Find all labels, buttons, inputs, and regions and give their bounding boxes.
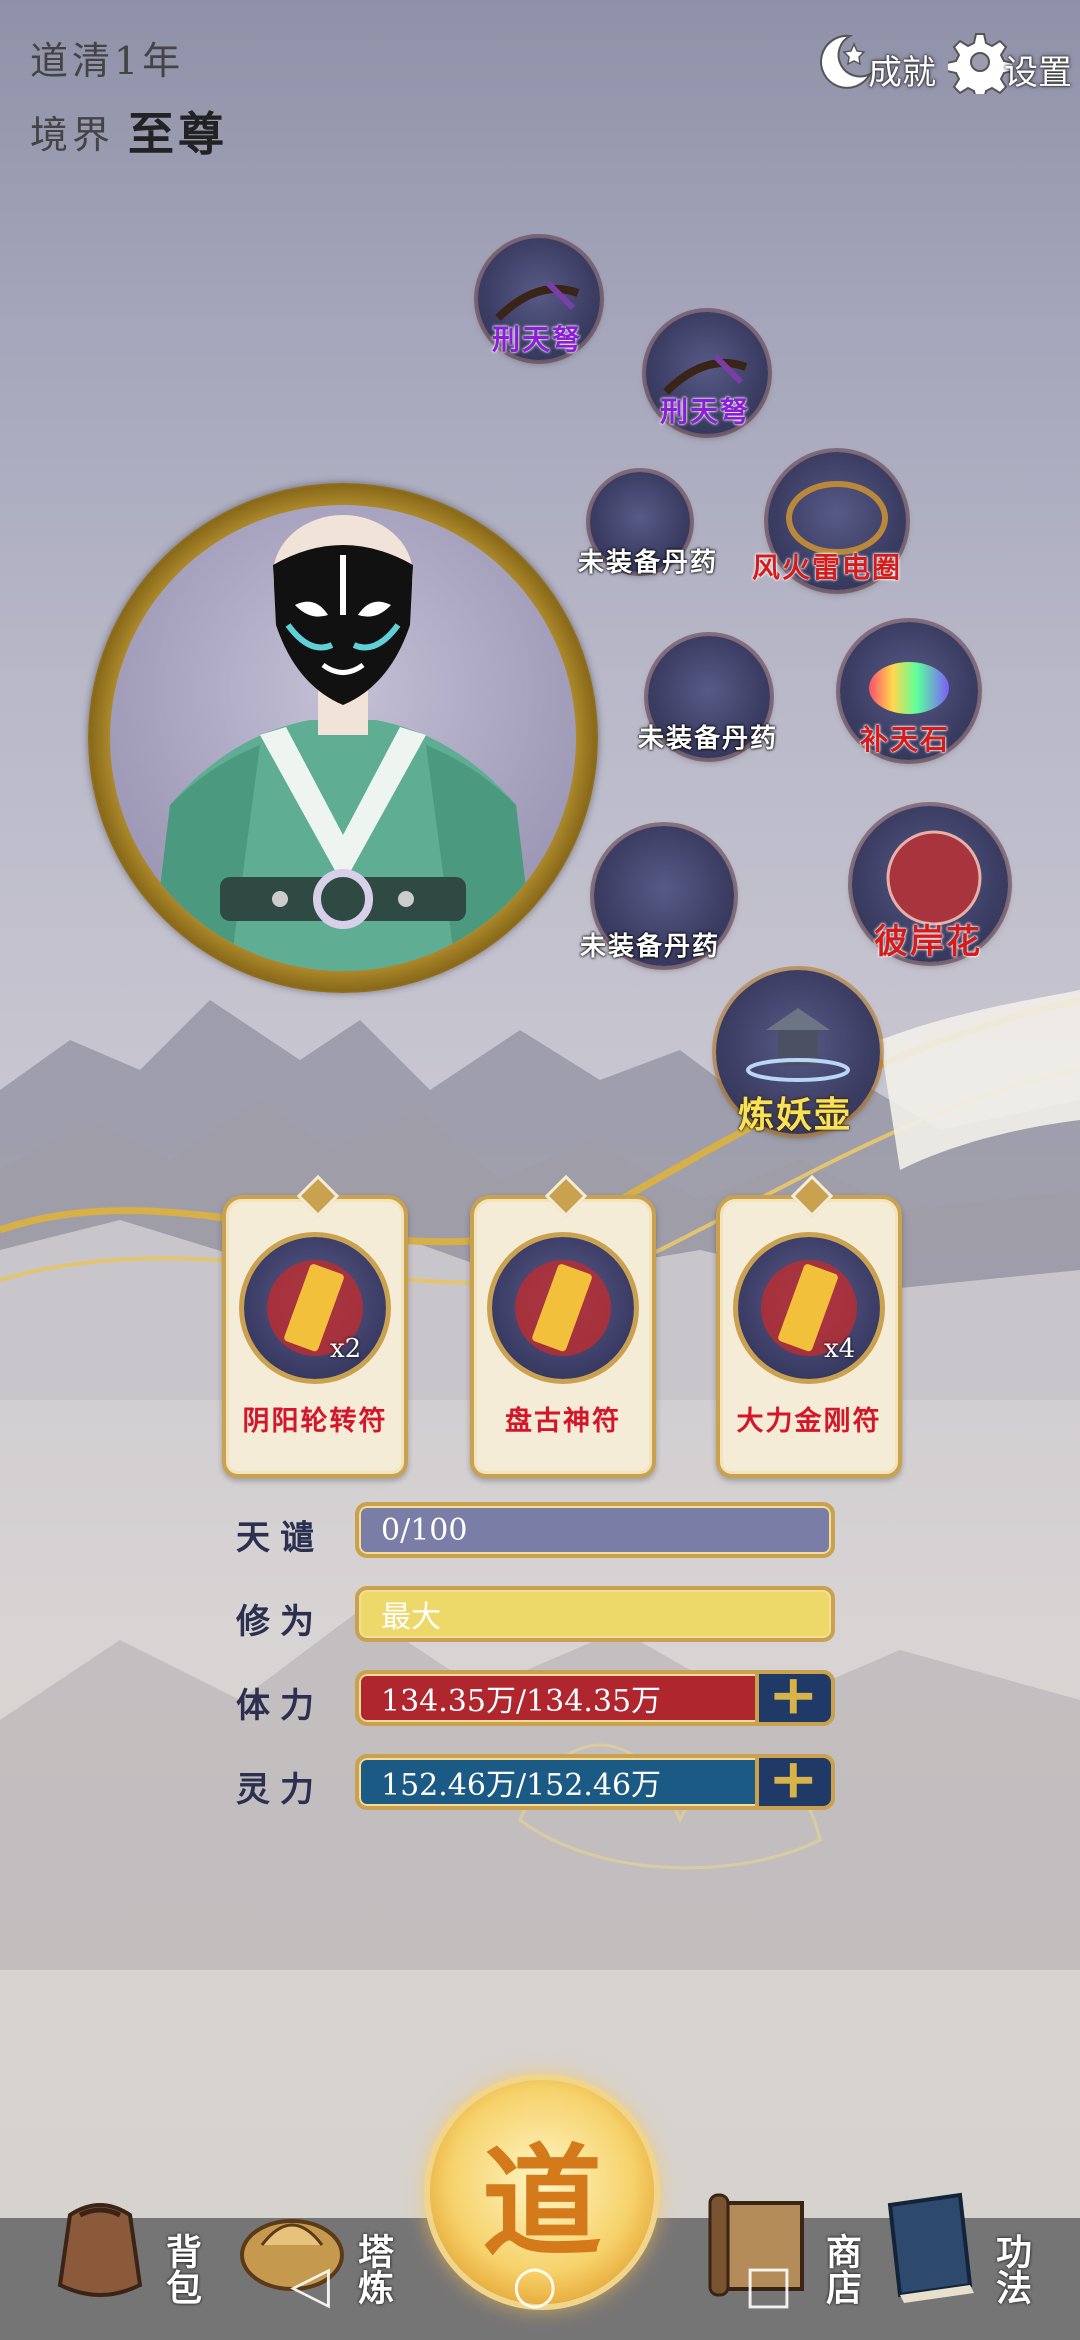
talisman-name: 盘古神符 (505, 1406, 621, 1437)
masked-character-illustration (150, 515, 536, 971)
xiuwei-bar: 最大 (355, 1586, 835, 1642)
equipment-slot-6-label: 补天石 (860, 723, 951, 756)
realm-value: 至尊 (128, 107, 229, 161)
tower-nav-label: 塔炼 (352, 2233, 394, 2305)
talisman-icon-frame (492, 1237, 634, 1379)
realm-row: 境界 至尊 (30, 98, 228, 164)
equipment-slot-8-label: 彼岸花 (874, 922, 982, 962)
bag-nav-button[interactable]: 背包 (40, 2175, 202, 2305)
talisman-scroll-icon (267, 1260, 363, 1356)
talisman-name: 大力金刚符 (736, 1406, 882, 1437)
skills-nav-button[interactable]: 功法 (870, 2175, 1032, 2305)
bag-nav-label: 背包 (160, 2233, 202, 2305)
tili-value: 134.35万/134.35万 (381, 1684, 662, 1719)
tianqian-value: 0/100 (381, 1512, 468, 1548)
tianqian-label: 天谴 (236, 1518, 324, 1558)
equipment-slot-4-label: 风火雷电圈 (752, 551, 903, 584)
equipment-slot-2-label: 刑天弩 (660, 395, 751, 428)
tili-label: 体力 (236, 1686, 324, 1726)
talisman-count: x4 (824, 1334, 856, 1364)
equipment-slot-5-label: 未装备丹药 (638, 724, 779, 754)
achievements-label: 成就 (868, 53, 936, 93)
talisman-icon-frame (244, 1237, 386, 1379)
xiuwei-label: 修为 (236, 1602, 324, 1642)
tianqian-bar: 0/100 (355, 1502, 835, 1558)
system-recents-icon[interactable]: □ (744, 2255, 793, 2315)
talisman-scroll-icon (761, 1260, 857, 1356)
xiuwei-value: 最大 (381, 1600, 441, 1635)
lingli-bar: 152.46万/152.46万 (355, 1754, 835, 1810)
talisman-card-3[interactable]: x4 大力金刚符 (716, 1174, 902, 1478)
shop-nav-label: 商店 (820, 2233, 862, 2305)
character-portrait-frame[interactable] (88, 483, 598, 993)
system-back-icon[interactable]: ◁ (290, 2255, 330, 2315)
book-icon (887, 2192, 974, 2303)
tili-add-button[interactable] (755, 1670, 835, 1726)
settings-button[interactable]: 设置 (948, 14, 1072, 94)
achievements-button[interactable]: 成就 (812, 14, 936, 94)
skills-nav-label: 功法 (990, 2233, 1032, 2305)
equipment-slot-1-label: 刑天弩 (492, 323, 583, 356)
system-home-icon[interactable]: ○ (512, 2255, 557, 2315)
equipment-slot-7-label: 未装备丹药 (580, 932, 721, 962)
plus-icon (774, 1763, 813, 1798)
lingli-value: 152.46万/152.46万 (381, 1768, 662, 1803)
gear-icon (948, 33, 1012, 94)
realm-label: 境界 (30, 112, 115, 157)
talisman-card-2[interactable]: 盘古神符 (470, 1174, 656, 1478)
crescent-moon-icon (820, 34, 873, 89)
tili-bar: 134.35万/134.35万 (355, 1670, 835, 1726)
talisman-name: 阴阳轮转符 (242, 1406, 388, 1437)
year-label: 道清1年 (30, 39, 185, 83)
equipment-slot-9-label: 炼妖壶 (738, 1094, 853, 1136)
plus-icon (774, 1679, 813, 1714)
talisman-icon-frame (738, 1237, 880, 1379)
talisman-count: x2 (330, 1334, 362, 1364)
lingli-label: 灵力 (236, 1770, 324, 1810)
settings-label: 设置 (1004, 53, 1072, 93)
talisman-card-1[interactable]: x2 阴阳轮转符 (222, 1174, 408, 1478)
lingli-add-button[interactable] (755, 1754, 835, 1810)
cloth-bag-icon (57, 2203, 143, 2297)
equipment-slot-3-label: 未装备丹药 (578, 548, 719, 578)
talisman-scroll-icon (515, 1260, 611, 1356)
character-portrait (110, 505, 576, 971)
